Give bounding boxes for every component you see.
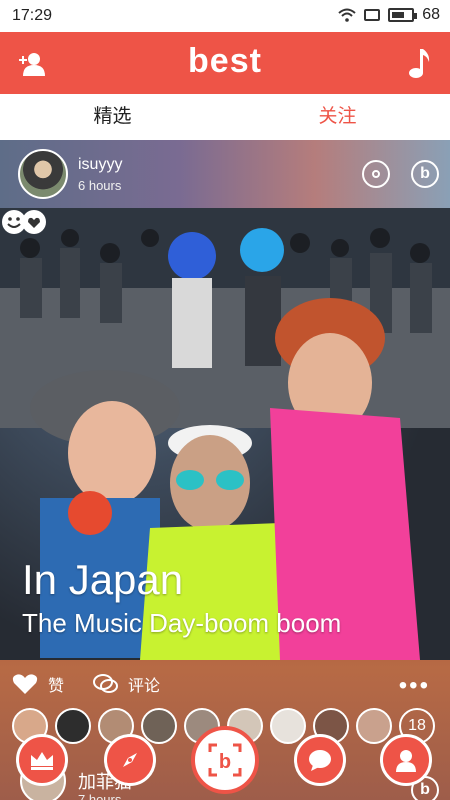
feed[interactable]: isuyyy 6 hours b In Japan The Music Day-… <box>0 140 450 800</box>
heart-icon <box>12 674 38 694</box>
feed-tabs: 精选 关注 <box>0 94 450 141</box>
status-bar: 17:29 68 <box>0 0 450 32</box>
chat-bubble-icon[interactable] <box>294 734 346 786</box>
tab-featured[interactable]: 精选 <box>0 94 225 140</box>
comment-icon <box>93 674 118 693</box>
comment-button[interactable]: 评论 <box>92 672 160 696</box>
status-time: 17:29 <box>12 7 53 24</box>
top-bar: best <box>0 32 450 94</box>
screen-icon <box>364 9 381 21</box>
profile-icon[interactable] <box>380 734 432 786</box>
more-icon[interactable]: ••• <box>399 672 430 700</box>
disc-icon[interactable] <box>362 160 390 188</box>
caption-title: In Japan <box>22 556 184 603</box>
emoji-reaction-icon[interactable] <box>0 208 48 236</box>
post-time: 6 hours <box>78 178 122 193</box>
comment-label: 评论 <box>128 678 161 695</box>
wifi-icon <box>338 8 356 22</box>
battery-percent: 68 <box>422 6 440 23</box>
post-actions: 赞 评论 ••• <box>0 660 450 710</box>
like-label: 赞 <box>48 678 65 695</box>
post-photo[interactable]: In Japan The Music Day-boom boom <box>0 208 450 660</box>
crown-icon[interactable] <box>16 734 68 786</box>
bottom-nav: b <box>0 726 450 800</box>
battery-icon <box>388 8 418 22</box>
caption-subtitle: The Music Day-boom boom <box>22 608 342 638</box>
post-header: isuyyy 6 hours b <box>0 140 450 208</box>
svg-text:b: b <box>219 751 231 773</box>
avatar[interactable] <box>18 149 68 199</box>
music-note-icon[interactable] <box>406 46 432 80</box>
compass-icon[interactable] <box>104 734 156 786</box>
best-b-icon[interactable]: b <box>411 160 439 188</box>
camera-b-icon[interactable]: b <box>191 726 259 794</box>
like-button[interactable]: 赞 <box>12 672 64 696</box>
app-logo: best <box>188 42 262 80</box>
post-username[interactable]: isuyyy <box>78 156 122 174</box>
tab-following[interactable]: 关注 <box>225 94 450 140</box>
